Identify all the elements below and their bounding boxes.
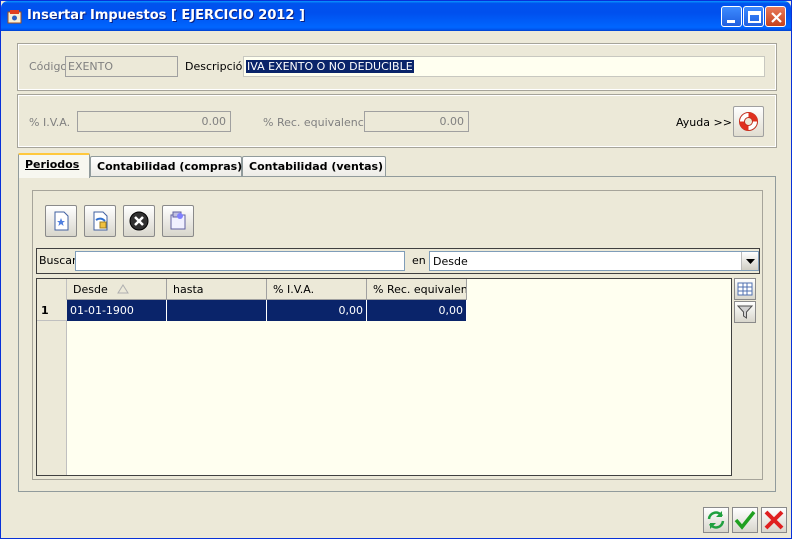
view-document-icon — [170, 211, 186, 230]
edit-document-icon — [93, 211, 108, 231]
help-label[interactable]: Ayuda >> — [676, 116, 732, 129]
sort-ascending-icon — [117, 284, 129, 294]
window-title: Insertar Impuestos [ EJERCICIO 2012 ] — [27, 8, 305, 23]
column-header-hasta[interactable]: hasta — [167, 279, 267, 300]
minimize-button[interactable] — [721, 6, 742, 27]
search-bar: Buscar en Desde — [36, 248, 760, 274]
rec-label: % Rec. equivalencia — [263, 116, 374, 129]
window: Insertar Impuestos [ EJERCICIO 2012 ] Có… — [0, 0, 792, 539]
checkmark-icon — [734, 510, 756, 530]
chevron-down-icon — [746, 259, 755, 264]
descripcion-field[interactable]: IVA EXENTO O NO DEDUCIBLE — [243, 56, 765, 77]
lifebuoy-icon — [739, 112, 758, 131]
rec-field[interactable]: 0.00 — [364, 111, 469, 132]
codigo-label: Código — [29, 60, 68, 73]
search-input[interactable] — [75, 251, 405, 271]
table-icon — [737, 282, 753, 296]
maximize-button[interactable] — [743, 6, 764, 27]
cancel-button[interactable] — [761, 507, 787, 533]
codigo-field[interactable]: EXENTO — [65, 56, 178, 77]
tab-periodos[interactable]: Periodos — [18, 153, 90, 178]
dropdown-button[interactable] — [741, 252, 758, 270]
search-en-label: en — [412, 254, 426, 267]
new-record-button[interactable] — [45, 205, 77, 237]
app-icon — [7, 10, 22, 24]
new-document-icon — [54, 211, 69, 231]
search-field-selected: Desde — [433, 255, 468, 268]
maximize-icon — [748, 11, 761, 23]
minimize-icon — [727, 20, 735, 23]
cell-desde[interactable]: 01-01-1900 — [67, 300, 167, 321]
column-header-desde-label: Desde — [73, 283, 108, 296]
column-header-iva[interactable]: % I.V.A. — [267, 279, 367, 300]
tab-contabilidad-ventas[interactable]: Contabilidad (ventas) — [242, 156, 386, 177]
tab-contabilidad-compras[interactable]: Contabilidad (compras) — [90, 156, 242, 177]
filter-funnel-icon — [736, 305, 754, 319]
iva-field[interactable]: 0.00 — [77, 111, 231, 132]
tab-contabilidad-ventas-label: Contabilidad (ventas) — [249, 160, 384, 173]
accept-button[interactable] — [732, 507, 758, 533]
column-header-rec[interactable]: % Rec. equivalencia — [367, 279, 467, 300]
refresh-icon — [707, 511, 725, 529]
cross-icon — [764, 510, 784, 530]
refresh-button[interactable] — [703, 507, 729, 533]
descripcion-label: Descripción — [185, 60, 250, 73]
close-icon — [771, 12, 782, 23]
search-label: Buscar — [39, 254, 77, 267]
row-number[interactable]: 1 — [37, 300, 67, 321]
cell-iva[interactable]: 0,00 — [267, 300, 367, 321]
cell-rec[interactable]: 0,00 — [367, 300, 467, 321]
cell-hasta[interactable] — [167, 300, 267, 321]
grid-layout-button[interactable] — [734, 278, 756, 300]
grid-filter-button[interactable] — [734, 301, 756, 323]
header-group: Código EXENTO Descripción IVA EXENTO O N… — [17, 43, 777, 91]
iva-label: % I.V.A. — [29, 116, 71, 129]
close-window-button[interactable] — [765, 6, 786, 27]
edit-record-button[interactable] — [84, 205, 116, 237]
descripcion-value: IVA EXENTO O NO DEDUCIBLE — [246, 60, 414, 73]
periods-grid[interactable]: Desde hasta % I.V.A. % Rec. equivalencia… — [36, 278, 732, 476]
search-field-select[interactable]: Desde — [429, 251, 759, 271]
rates-group: % I.V.A. 0.00 % Rec. equivalencia 0.00 A… — [17, 94, 777, 148]
tab-panel-periodos: Buscar en Desde Desde hasta % I.V.A. % R… — [18, 176, 776, 492]
tab-contabilidad-compras-label: Contabilidad (compras) — [97, 160, 243, 173]
view-record-button[interactable] — [162, 205, 194, 237]
delete-record-button[interactable] — [123, 205, 155, 237]
title-bar[interactable]: Insertar Impuestos [ EJERCICIO 2012 ] — [1, 1, 791, 31]
periodos-panel: Buscar en Desde Desde hasta % I.V.A. % R… — [32, 190, 763, 480]
tab-periodos-label: Periodos — [25, 158, 80, 171]
delete-icon — [129, 211, 149, 231]
help-button[interactable] — [733, 106, 764, 137]
column-header-desde[interactable]: Desde — [67, 279, 167, 300]
